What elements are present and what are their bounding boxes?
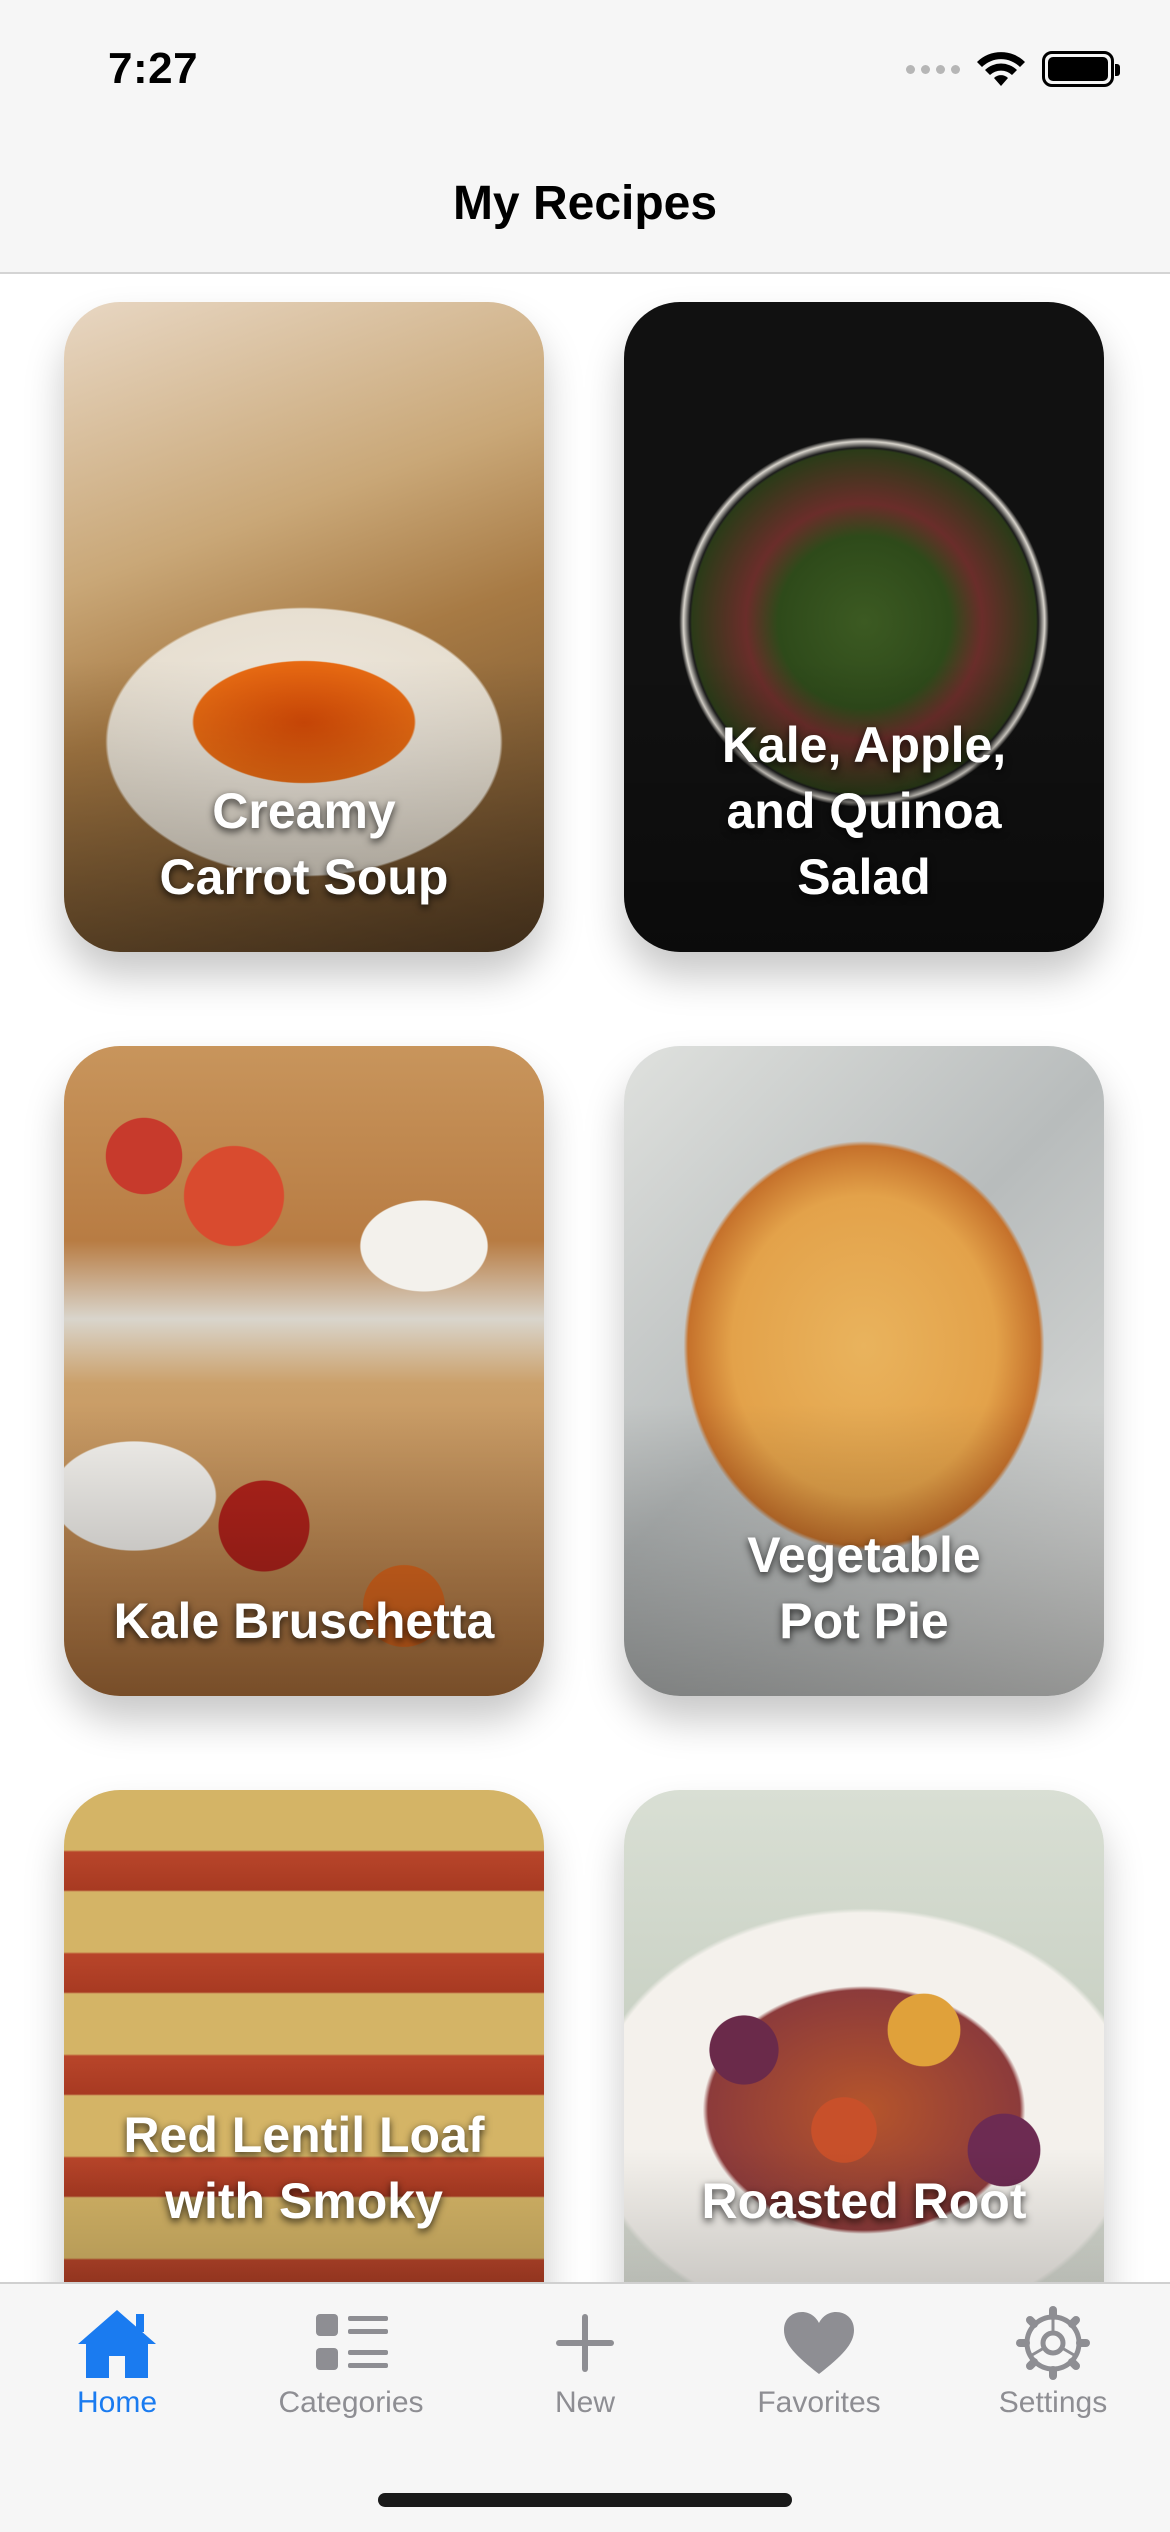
recipe-card[interactable]: Roasted Root: [624, 1790, 1104, 2282]
recipe-card[interactable]: Kale, Apple, and Quinoa Salad: [624, 302, 1104, 952]
status-time: 7:27: [108, 44, 199, 93]
page-title: My Recipes: [452, 177, 718, 230]
recipe-title: Kale, Apple, and Quinoa Salad: [721, 717, 1007, 905]
tab-favorites[interactable]: Favorites: [702, 2306, 936, 2420]
battery-icon: [1042, 51, 1120, 87]
recipe-title: Creamy Carrot Soup: [159, 783, 449, 905]
tab-new[interactable]: New: [468, 2306, 702, 2420]
tab-label: Settings: [998, 2386, 1108, 2419]
tab-settings[interactable]: Settings: [936, 2306, 1170, 2420]
plus-icon: [556, 2314, 614, 2372]
tab-home[interactable]: Home: [0, 2306, 234, 2420]
home-indicator[interactable]: [378, 2493, 792, 2507]
wifi-icon: [977, 52, 1025, 86]
recipe-title: Roasted Root: [701, 2173, 1027, 2229]
recipe-grid[interactable]: Creamy Carrot Soup Kale, Apple, and Quin…: [0, 276, 1170, 2282]
navigation-bar: My Recipes: [0, 140, 1170, 274]
recipe-title: Kale Bruschetta: [113, 1593, 495, 1649]
tab-label: Categories: [278, 2386, 424, 2419]
heart-icon: [784, 2312, 854, 2374]
house-icon: [78, 2310, 156, 2378]
recipe-title: Red Lentil Loaf with Smoky: [123, 2107, 485, 2229]
gear-icon: [1016, 2306, 1090, 2380]
list-icon: [316, 2314, 388, 2370]
recipe-card[interactable]: Red Lentil Loaf with Smoky: [64, 1790, 544, 2282]
tab-label: Home: [76, 2386, 158, 2419]
tab-label: Favorites: [757, 2386, 881, 2419]
cellular-signal-icon: [906, 64, 960, 74]
recipe-title: Vegetable Pot Pie: [747, 1527, 981, 1649]
tab-categories[interactable]: Categories: [234, 2306, 468, 2420]
recipe-card[interactable]: Vegetable Pot Pie: [624, 1046, 1104, 1696]
tab-label: New: [554, 2386, 615, 2419]
recipe-card[interactable]: Creamy Carrot Soup: [64, 302, 544, 952]
status-bar: 7:27: [0, 0, 1170, 140]
recipe-card[interactable]: Kale Bruschetta: [64, 1046, 544, 1696]
status-icons: [906, 50, 1120, 88]
